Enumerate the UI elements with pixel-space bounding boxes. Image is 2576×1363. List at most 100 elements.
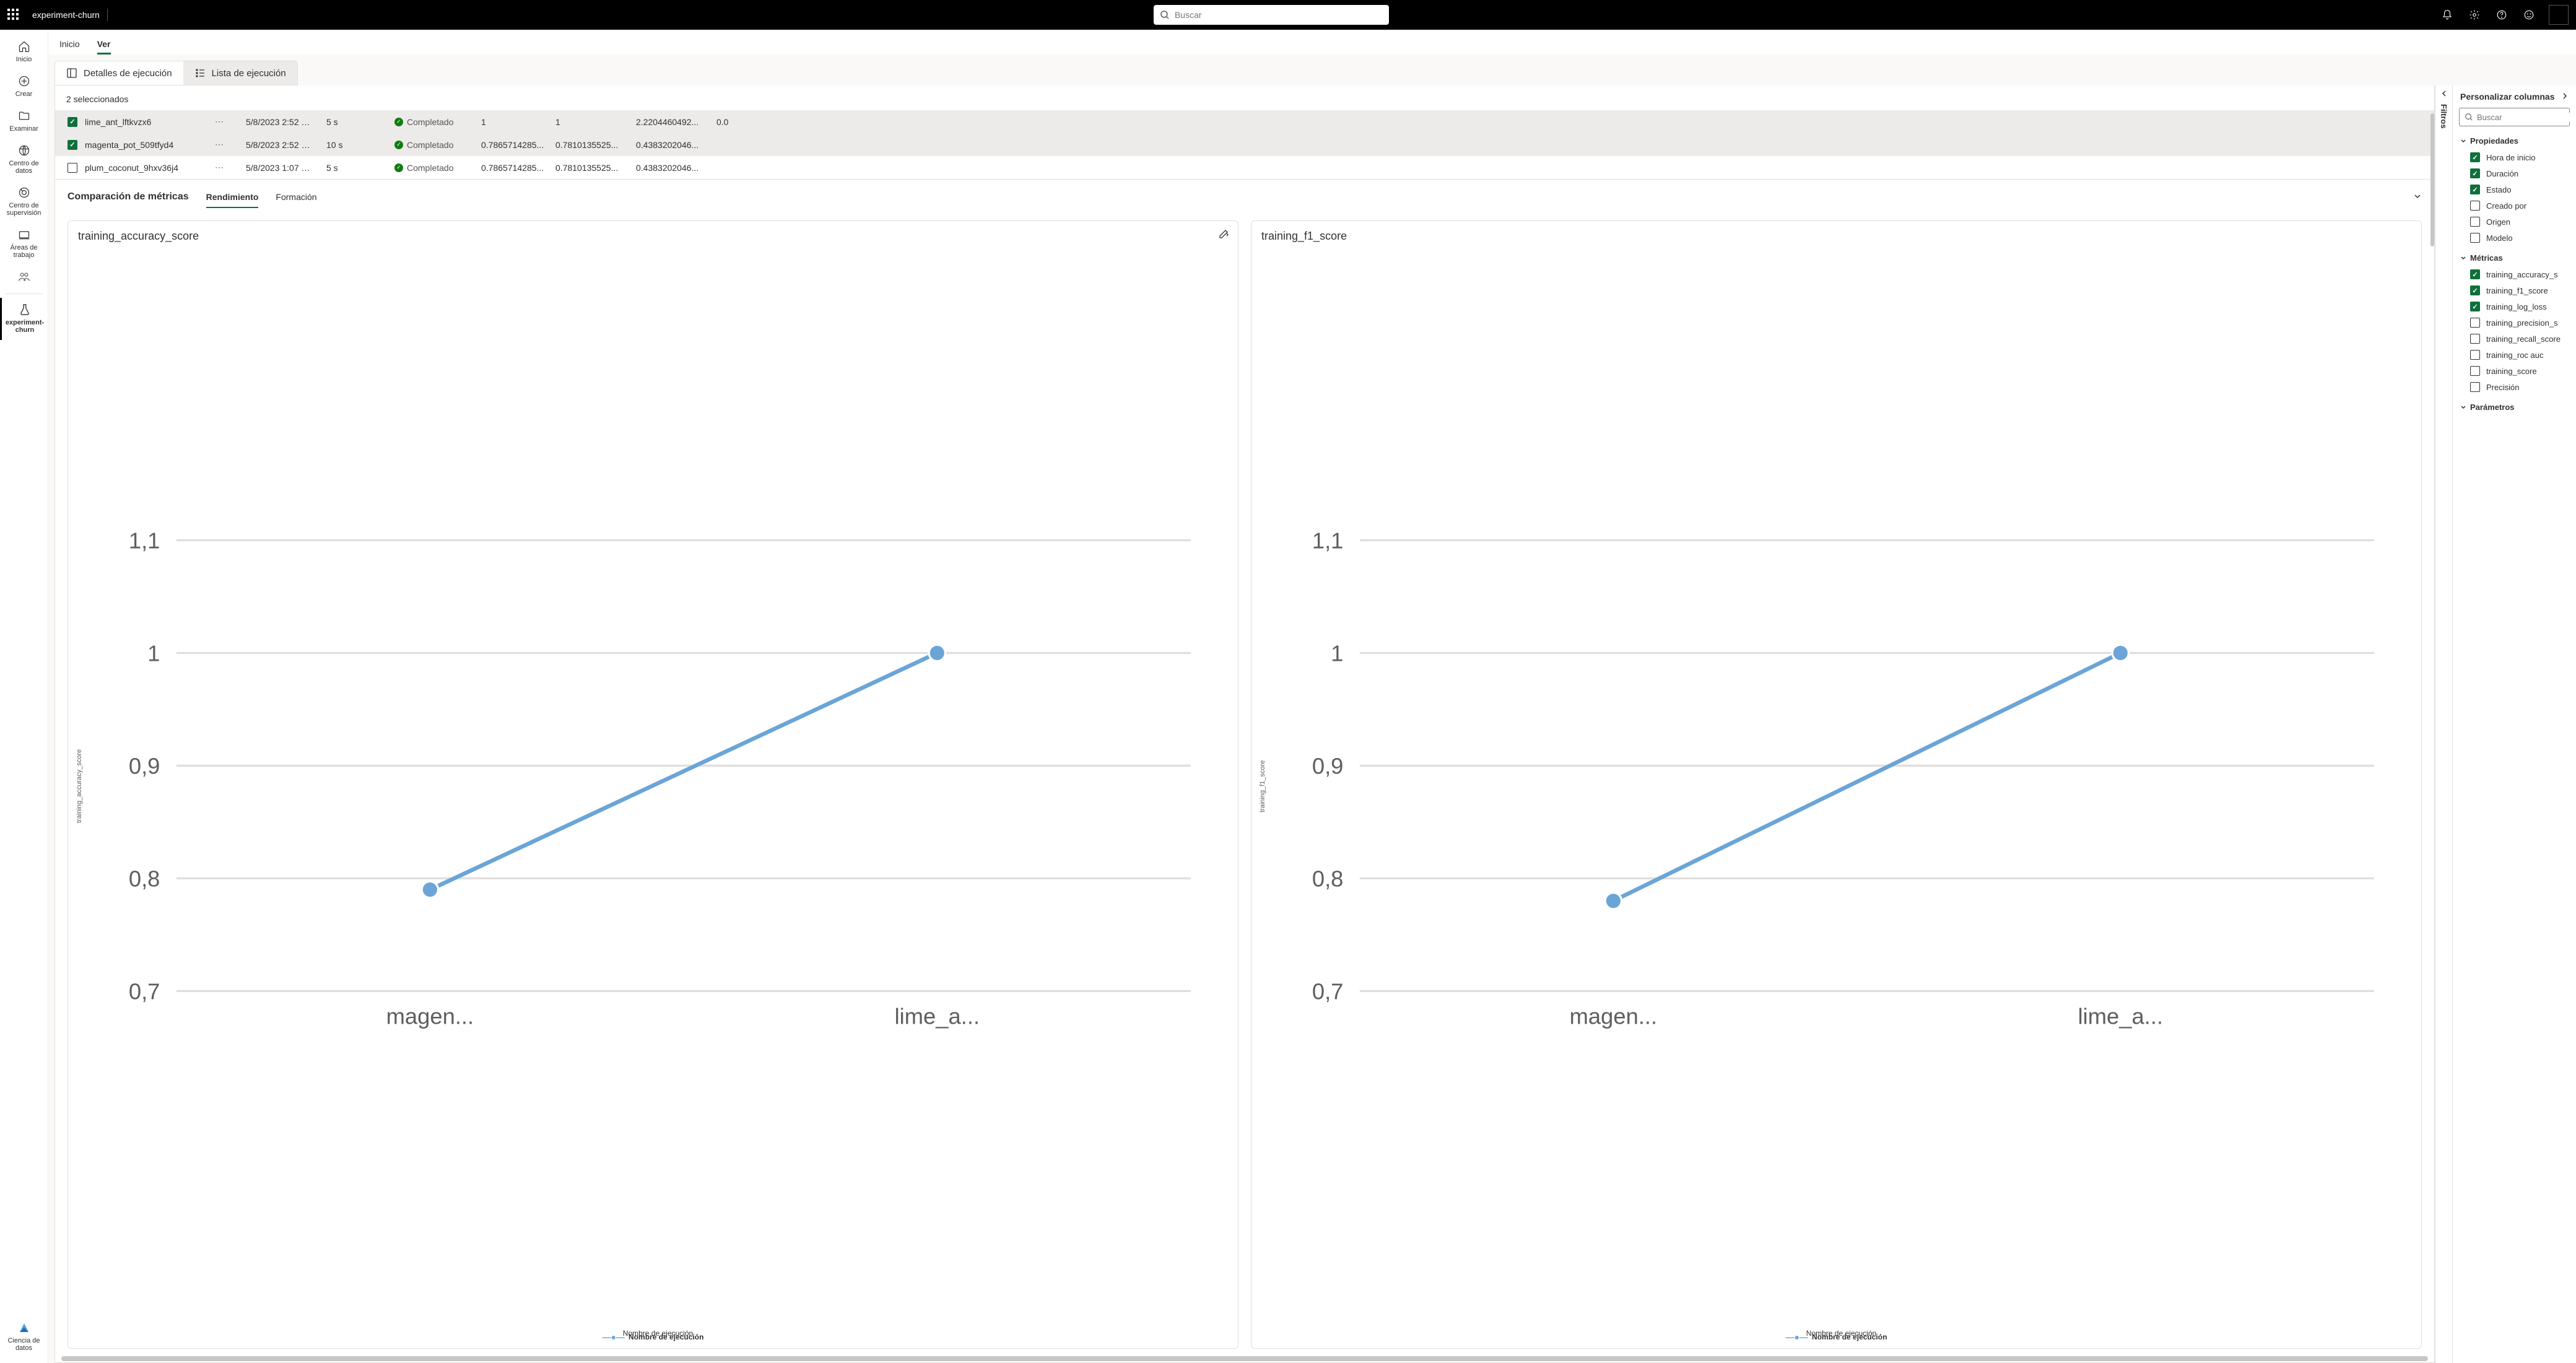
chevron-down-icon[interactable] bbox=[2413, 192, 2422, 202]
group-header[interactable]: Parámetros bbox=[2460, 403, 2569, 412]
metric-cell: 0.7810135525... bbox=[555, 140, 636, 150]
option-checkbox[interactable] bbox=[2470, 269, 2480, 279]
column-option[interactable]: training_accuracy_s bbox=[2460, 266, 2569, 282]
more-icon[interactable]: ⋯ bbox=[215, 139, 246, 150]
rail-home[interactable]: Inicio bbox=[0, 35, 48, 69]
search-input[interactable] bbox=[1175, 10, 1383, 20]
global-search[interactable] bbox=[1154, 5, 1389, 25]
tab-ver[interactable]: Ver bbox=[97, 34, 111, 54]
rail-label: Inicio bbox=[16, 56, 32, 63]
option-checkbox[interactable] bbox=[2470, 185, 2480, 194]
option-label: training_accuracy_s bbox=[2486, 270, 2558, 279]
metric-cell: 1 bbox=[481, 117, 555, 127]
option-checkbox[interactable] bbox=[2470, 233, 2480, 243]
option-checkbox[interactable] bbox=[2470, 302, 2480, 311]
subtab-run-list[interactable]: Lista de ejecución bbox=[183, 61, 297, 85]
option-checkbox[interactable] bbox=[2470, 285, 2480, 295]
row-checkbox[interactable] bbox=[67, 140, 77, 150]
tab-inicio[interactable]: Inicio bbox=[59, 34, 80, 54]
column-option[interactable]: Duración bbox=[2460, 165, 2569, 181]
svg-text:lime_a...: lime_a... bbox=[895, 1003, 980, 1029]
option-checkbox[interactable] bbox=[2470, 201, 2480, 211]
table-scrollbar[interactable] bbox=[2430, 113, 2434, 246]
column-option[interactable]: training_log_loss bbox=[2460, 298, 2569, 315]
chart-svg: 1,110,90,80,7magen...lime_a... bbox=[84, 248, 1232, 1325]
notifications-icon[interactable] bbox=[2435, 2, 2460, 27]
panel-search[interactable] bbox=[2459, 108, 2570, 126]
row-checkbox[interactable] bbox=[67, 163, 77, 173]
option-checkbox[interactable] bbox=[2470, 217, 2480, 227]
status: ✓Completado bbox=[394, 117, 481, 127]
column-option[interactable]: Estado bbox=[2460, 181, 2569, 198]
option-checkbox[interactable] bbox=[2470, 366, 2480, 376]
metrics-tab-rendimiento[interactable]: Rendimiento bbox=[206, 186, 259, 208]
settings-icon[interactable] bbox=[2462, 2, 2487, 27]
metrics-tab-formacion[interactable]: Formación bbox=[276, 186, 316, 208]
subtab-label: Detalles de ejecución bbox=[84, 68, 172, 79]
rail-monitor[interactable]: Centro de supervisión bbox=[0, 181, 48, 223]
more-icon[interactable]: ⋯ bbox=[215, 116, 246, 127]
plus-circle-icon bbox=[18, 74, 30, 88]
column-option[interactable]: Origen bbox=[2460, 214, 2569, 230]
timestamp: 5/8/2023 1:07 … bbox=[246, 163, 326, 173]
table-row[interactable]: lime_ant_lftkvzx6 ⋯ 5/8/2023 2:52 … 5 s … bbox=[55, 110, 2434, 133]
folder-icon bbox=[18, 109, 30, 123]
group-header[interactable]: Propiedades bbox=[2460, 136, 2569, 146]
panel-search-input[interactable] bbox=[2477, 113, 2576, 122]
feedback-icon[interactable] bbox=[2517, 2, 2541, 27]
x-axis-label: Nombre de ejecución bbox=[1268, 1329, 2415, 1338]
metric-cell: 0.7865714285... bbox=[481, 140, 555, 150]
row-checkbox[interactable] bbox=[67, 117, 77, 127]
column-option[interactable]: Modelo bbox=[2460, 230, 2569, 246]
column-option[interactable]: Creado por bbox=[2460, 198, 2569, 214]
option-label: training_f1_score bbox=[2486, 286, 2548, 295]
option-checkbox[interactable] bbox=[2470, 334, 2480, 344]
option-checkbox[interactable] bbox=[2470, 382, 2480, 392]
column-option[interactable]: training_score bbox=[2460, 363, 2569, 379]
avatar[interactable] bbox=[2549, 5, 2569, 25]
rail-people[interactable] bbox=[0, 265, 48, 290]
option-checkbox[interactable] bbox=[2470, 350, 2480, 360]
metric-cell: 0.4383202046... bbox=[636, 163, 716, 173]
rail-label: Áreas de trabajo bbox=[2, 244, 46, 259]
svg-text:1: 1 bbox=[1331, 641, 1343, 666]
chart-title: training_f1_score bbox=[1258, 230, 2415, 243]
option-checkbox[interactable] bbox=[2470, 318, 2480, 328]
rail-workspaces[interactable]: Áreas de trabajo bbox=[0, 223, 48, 265]
rail-browse[interactable]: Examinar bbox=[0, 104, 48, 139]
column-option[interactable]: Precisión bbox=[2460, 379, 2569, 395]
edit-icon[interactable] bbox=[1218, 229, 1229, 242]
group-header[interactable]: Métricas bbox=[2460, 253, 2569, 263]
y-axis-label: training_f1_score bbox=[1258, 248, 1268, 1325]
option-label: training_score bbox=[2486, 367, 2537, 376]
option-label: Estado bbox=[2486, 185, 2511, 194]
table-row[interactable]: plum_coconut_9hxv36j4 ⋯ 5/8/2023 1:07 … … bbox=[55, 156, 2434, 179]
option-checkbox[interactable] bbox=[2470, 152, 2480, 162]
option-checkbox[interactable] bbox=[2470, 168, 2480, 178]
option-label: Creado por bbox=[2486, 201, 2526, 211]
column-option[interactable]: Hora de inicio bbox=[2460, 149, 2569, 165]
option-label: Duración bbox=[2486, 169, 2518, 178]
subtab-run-details[interactable]: Detalles de ejecución bbox=[55, 61, 183, 85]
column-option[interactable]: training_precision_s bbox=[2460, 315, 2569, 331]
table-row[interactable]: magenta_pot_509tfyd4 ⋯ 5/8/2023 2:52 … 1… bbox=[55, 133, 2434, 156]
selection-count: 2 seleccionados bbox=[55, 85, 2434, 110]
chevron-right-icon[interactable] bbox=[2561, 92, 2569, 102]
column-option[interactable]: training_f1_score bbox=[2460, 282, 2569, 298]
rail-experiment-churn[interactable]: experiment-churn bbox=[0, 298, 48, 340]
rail-data-hub[interactable]: Centro de datos bbox=[0, 139, 48, 181]
rail-data-science[interactable]: Ciencia de datos bbox=[0, 1316, 48, 1358]
search-icon bbox=[2465, 113, 2473, 121]
column-option[interactable]: training_roc auc bbox=[2460, 347, 2569, 363]
chevron-left-icon[interactable] bbox=[2440, 89, 2448, 99]
rail-label: experiment-churn bbox=[4, 319, 46, 334]
app-launcher-icon[interactable] bbox=[7, 9, 20, 21]
svg-text:0,8: 0,8 bbox=[1312, 866, 1344, 892]
more-icon[interactable]: ⋯ bbox=[215, 162, 246, 173]
filters-label[interactable]: Filtros bbox=[2439, 104, 2448, 129]
help-icon[interactable] bbox=[2489, 2, 2514, 27]
rail-create[interactable]: Crear bbox=[0, 69, 48, 104]
rail-label: Examinar bbox=[9, 125, 38, 133]
horizontal-scrollbar[interactable] bbox=[61, 1356, 2428, 1361]
column-option[interactable]: training_recall_score bbox=[2460, 331, 2569, 347]
